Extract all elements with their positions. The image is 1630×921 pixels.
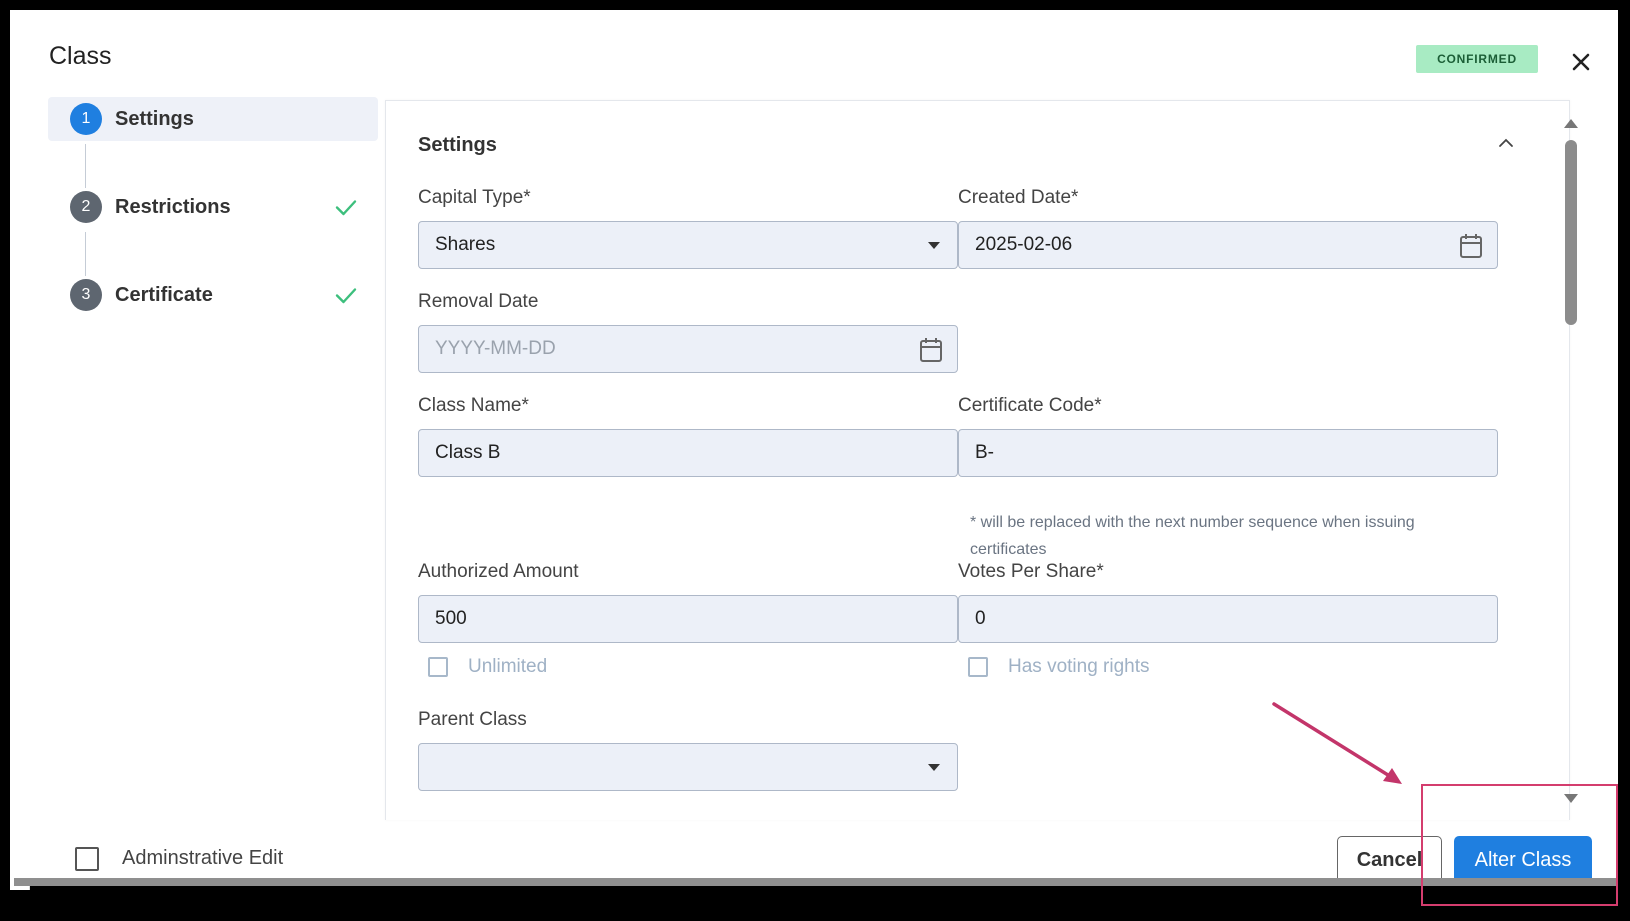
class-name-value: Class B [435,442,501,463]
bottom-scrollbar [14,878,1618,886]
authorized-amount-label: Authorized Amount [418,561,579,582]
administrative-edit-label: Adminstrative Edit [122,847,284,869]
class-name-input[interactable]: Class B [418,429,958,477]
certificate-code-input[interactable]: B- [958,429,1498,477]
created-date-input[interactable]: 2025-02-06 [958,221,1498,269]
close-icon [1572,53,1590,71]
capital-type-label: Capital Type* [418,187,531,208]
authorized-amount-input[interactable]: 500 [418,595,958,643]
certificate-code-value: B- [975,442,994,463]
certificate-code-label: Certificate Code* [958,395,1102,416]
scrollbar-thumb[interactable] [1565,140,1577,325]
certificate-code-hint: * will be replaced with the next number … [970,514,1415,558]
step-number: 3 [70,279,102,311]
check-icon [335,288,357,304]
annotation-highlight-box [1421,784,1618,906]
votes-per-share-value: 0 [975,608,986,629]
calendar-icon[interactable] [919,337,943,363]
step-settings[interactable]: 1 Settings [48,97,378,141]
capital-type-value: Shares [435,234,496,255]
created-date-label: Created Date* [958,187,1079,208]
step-number: 1 [70,103,102,135]
section-title: Settings [418,134,497,156]
dialog-title: Class [49,42,112,70]
removal-date-placeholder: YYYY-MM-DD [435,338,556,359]
created-date-value: 2025-02-06 [975,234,1073,255]
authorized-amount-value: 500 [435,608,467,629]
step-number: 2 [70,191,102,223]
class-name-label: Class Name* [418,395,529,416]
removal-date-input[interactable]: YYYY-MM-DD [418,325,958,373]
scroll-up-arrow-icon[interactable] [1562,116,1580,130]
has-voting-rights-label: Has voting rights [1008,656,1150,677]
step-certificate[interactable]: 3 Certificate [48,273,378,317]
unlimited-label: Unlimited [468,656,548,677]
administrative-edit-checkbox[interactable] [75,847,99,871]
chevron-up-icon[interactable] [1496,133,1516,153]
step-restrictions[interactable]: 2 Restrictions [48,185,378,229]
votes-per-share-input[interactable]: 0 [958,595,1498,643]
step-connector [85,232,86,276]
dropdown-caret-icon [928,242,940,249]
has-voting-rights-checkbox[interactable] [968,657,988,677]
step-label: Certificate [115,283,213,306]
step-label: Settings [115,107,194,130]
close-button[interactable] [1564,45,1598,79]
step-label: Restrictions [115,195,231,218]
dropdown-caret-icon [928,764,940,771]
calendar-icon[interactable] [1459,233,1483,259]
status-badge: CONFIRMED [1416,45,1538,73]
unlimited-checkbox[interactable] [428,657,448,677]
capital-type-select[interactable]: Shares [418,221,958,269]
check-icon [335,200,357,216]
removal-date-label: Removal Date [418,291,539,312]
parent-class-select[interactable] [418,743,958,791]
votes-per-share-label: Votes Per Share* [958,561,1104,582]
parent-class-label: Parent Class [418,709,527,730]
annotation-arrow-icon [1272,702,1402,784]
step-connector [85,144,86,188]
